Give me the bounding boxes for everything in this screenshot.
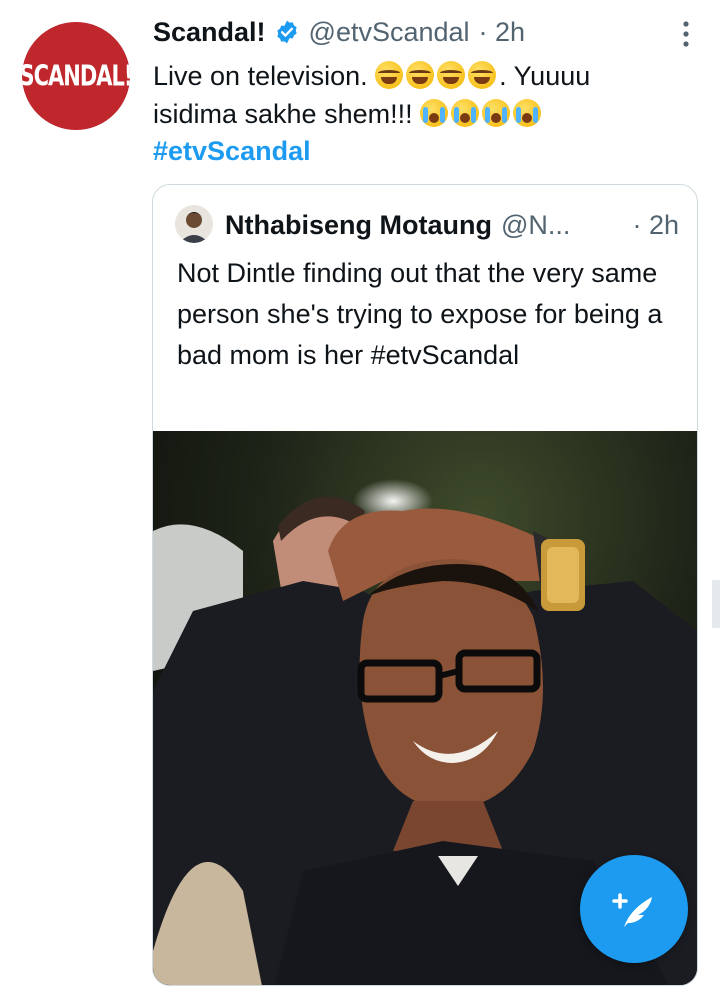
loudly-crying-emoji-icon bbox=[482, 99, 511, 127]
tears-of-joy-emoji-icon bbox=[406, 61, 435, 89]
tweet-line-2: isidima sakhe shem!!! bbox=[153, 99, 421, 129]
tweet-text: Live on television. . Yuuuu isidima sakh… bbox=[153, 57, 663, 133]
loudly-crying-emoji-icon bbox=[420, 99, 449, 127]
author-handle[interactable]: @etvScandal bbox=[309, 17, 470, 48]
quoted-tweet-time: · 2h bbox=[632, 210, 679, 240]
quoted-author-avatar[interactable] bbox=[175, 205, 213, 243]
verified-badge-icon bbox=[276, 20, 297, 44]
quoted-tweet-text: Not Dintle finding out that the very sam… bbox=[177, 258, 663, 370]
tweet-header: Scandal! @etvScandal · 2h bbox=[153, 14, 525, 50]
tweet-line-1: Live on television. bbox=[153, 61, 376, 91]
hashtag-link[interactable]: #etvScandal bbox=[153, 136, 311, 167]
scroll-edge bbox=[712, 580, 720, 628]
tears-of-joy-emoji-icon bbox=[375, 61, 404, 89]
tears-of-joy-emoji-icon bbox=[468, 61, 497, 89]
avatar-logo-text: SCANDAL! bbox=[22, 59, 130, 93]
quoted-tweet-header: Nthabiseng Motaung @N... bbox=[225, 207, 570, 243]
loudly-crying-emoji-icon bbox=[451, 99, 480, 127]
tweet-line-1-end: . Yuuuu bbox=[499, 61, 591, 91]
more-options-icon[interactable] bbox=[682, 20, 690, 48]
tears-of-joy-emoji-icon bbox=[437, 61, 466, 89]
quoted-author-handle: @N... bbox=[500, 209, 571, 240]
tweet-time[interactable]: · 2h bbox=[479, 17, 526, 48]
loudly-crying-emoji-icon bbox=[513, 99, 542, 127]
author-name[interactable]: Scandal! bbox=[153, 17, 266, 48]
quoted-author-name: Nthabiseng Motaung bbox=[225, 209, 492, 240]
scandal-avatar[interactable]: SCANDAL! bbox=[22, 22, 130, 130]
compose-tweet-icon bbox=[612, 893, 652, 927]
compose-tweet-button[interactable] bbox=[580, 855, 688, 963]
